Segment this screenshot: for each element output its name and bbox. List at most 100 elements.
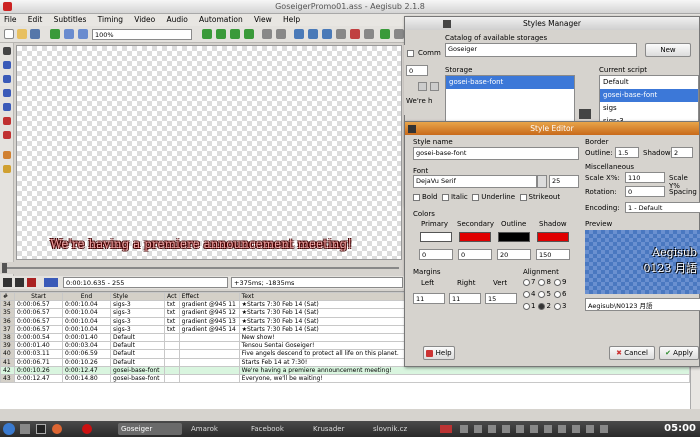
terminal-icon[interactable] — [36, 424, 46, 434]
jump-icon[interactable] — [50, 29, 60, 39]
encoding-select[interactable]: 1 - Default — [625, 202, 700, 213]
primary-alpha-input[interactable]: 0 — [419, 249, 453, 260]
replace-icon[interactable] — [276, 29, 286, 39]
current-item[interactable]: sigs — [600, 102, 698, 115]
font-name-select[interactable]: DejaVu Serif — [413, 175, 537, 188]
strikeout-checkbox[interactable] — [519, 193, 527, 201]
outline-input[interactable]: 1.5 — [615, 147, 639, 158]
video-display[interactable] — [16, 45, 402, 260]
attachments-icon[interactable] — [230, 29, 240, 39]
italic-checkbox[interactable] — [441, 193, 449, 201]
alignment-radio[interactable] — [553, 290, 561, 298]
alignment-radio[interactable] — [538, 302, 546, 310]
catalog-select[interactable]: Goseiger — [445, 43, 637, 57]
options-icon[interactable] — [364, 29, 374, 39]
vector-clip-icon[interactable] — [3, 131, 11, 139]
task-goseiger[interactable]: Goseiger — [118, 423, 182, 435]
lightbulb-icon[interactable] — [3, 165, 11, 173]
scale-x-input[interactable]: 110 — [625, 172, 665, 183]
task-krusader[interactable]: Krusader — [310, 423, 360, 435]
attach-icon[interactable] — [336, 29, 346, 39]
menu-file[interactable]: File — [4, 15, 17, 24]
bold-button-icon[interactable] — [418, 82, 427, 91]
task-facebook[interactable]: Facebook — [248, 423, 300, 435]
rotation-input[interactable]: 0 — [625, 186, 665, 197]
task-slovnik[interactable]: slovnik.cz — [370, 423, 430, 435]
spell-check-icon[interactable] — [380, 29, 390, 39]
alignment-radio[interactable] — [523, 302, 530, 310]
scale-icon[interactable] — [3, 103, 11, 111]
outline-alpha-input[interactable]: 20 — [497, 249, 531, 260]
alignment-radio[interactable] — [538, 278, 546, 286]
video-seek-bar[interactable] — [0, 262, 405, 274]
open-file-icon[interactable] — [17, 29, 27, 39]
seek-handle[interactable] — [2, 263, 7, 273]
current-item[interactable]: gosei-base-font — [600, 89, 698, 102]
task-amarok[interactable]: Amarok — [188, 423, 240, 435]
save-file-icon[interactable] — [30, 29, 40, 39]
alignment-radio[interactable] — [523, 278, 530, 286]
cancel-button[interactable]: ✖ Cancel — [609, 346, 655, 360]
font-dropdown-icon[interactable] — [537, 175, 547, 188]
opera-icon[interactable] — [82, 424, 92, 434]
underline-checkbox[interactable] — [472, 193, 480, 201]
tool-icon[interactable] — [394, 29, 404, 39]
menu-timing[interactable]: Timing — [98, 15, 123, 24]
translation-icon[interactable] — [294, 29, 304, 39]
new-catalog-button[interactable]: New — [645, 43, 691, 57]
menu-view[interactable]: View — [254, 15, 272, 24]
preview-text-input[interactable]: Aegisub\N0123 月語 — [585, 298, 700, 311]
primary-color-swatch[interactable] — [420, 232, 452, 242]
zoom-select[interactable]: 100% — [92, 29, 192, 40]
italic-button-icon[interactable] — [430, 82, 439, 91]
styles-icon[interactable] — [202, 29, 212, 39]
play-line-icon[interactable] — [15, 278, 24, 287]
drag-tool-icon[interactable] — [3, 61, 11, 69]
outline-color-swatch[interactable] — [498, 232, 530, 242]
stop-icon[interactable] — [27, 278, 36, 287]
alignment-radio[interactable] — [553, 278, 561, 286]
browser-icon[interactable] — [52, 424, 62, 434]
properties-icon[interactable] — [216, 29, 226, 39]
margin-left-input[interactable]: 11 — [413, 293, 445, 304]
secondary-color-swatch[interactable] — [459, 232, 491, 242]
autoscroll-icon[interactable] — [44, 278, 58, 287]
secondary-alpha-input[interactable]: 0 — [458, 249, 492, 260]
comment-checkbox[interactable] — [407, 50, 414, 57]
alignment-radio[interactable] — [523, 290, 530, 298]
help-button[interactable]: Help — [423, 346, 455, 360]
find-icon[interactable] — [262, 29, 272, 39]
current-item[interactable]: Default — [600, 76, 698, 89]
alignment-radio[interactable] — [538, 290, 546, 298]
play-icon[interactable] — [3, 278, 12, 287]
margin-vert-input[interactable]: 15 — [485, 293, 517, 304]
shadow-alpha-input[interactable]: 150 — [536, 249, 570, 260]
automation-icon[interactable] — [350, 29, 360, 39]
fonts-icon[interactable] — [244, 29, 254, 39]
menu-automation[interactable]: Automation — [199, 15, 243, 24]
alignment-radio[interactable] — [553, 302, 561, 310]
current-script-list[interactable]: Default gosei-base-font sigs sigs-3 — [599, 75, 699, 125]
menu-video[interactable]: Video — [134, 15, 155, 24]
standard-tool-icon[interactable] — [3, 47, 11, 55]
grid-row[interactable]: 42 0:00:10.26 0:00:12.47 gosei-base-font We'… — [0, 365, 691, 375]
bold-checkbox[interactable] — [413, 193, 420, 201]
style-name-input[interactable]: gosei-base-font — [413, 147, 579, 160]
copy-to-storage-icon[interactable] — [579, 109, 591, 119]
menu-help[interactable]: Help — [283, 15, 300, 24]
clip-icon[interactable] — [3, 117, 11, 125]
font-size-input[interactable]: 25 — [549, 175, 579, 188]
start-menu-icon[interactable] — [3, 423, 15, 435]
shadow-color-swatch[interactable] — [537, 232, 569, 242]
menu-subtitles[interactable]: Subtitles — [54, 15, 87, 24]
resample-icon[interactable] — [308, 29, 318, 39]
storage-item[interactable]: gosei-base-font — [446, 76, 574, 89]
shadow-input[interactable]: 2 — [671, 147, 693, 158]
layer-field[interactable]: 0 — [406, 65, 428, 76]
apply-button[interactable]: ✔ Apply — [659, 346, 699, 360]
zoom-out-icon[interactable] — [78, 29, 88, 39]
menu-audio[interactable]: Audio — [166, 15, 187, 24]
grid-row[interactable]: 43 0:00:12.47 0:00:14.80 gosei-base-font Eve… — [0, 373, 691, 384]
desktop-icon[interactable] — [20, 424, 30, 434]
rotate-z-icon[interactable] — [3, 75, 11, 83]
